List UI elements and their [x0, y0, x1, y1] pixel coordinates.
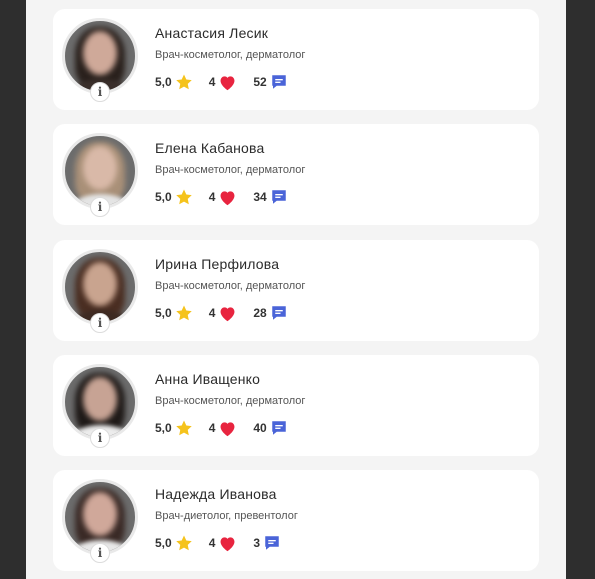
doctor-card[interactable]: i Анастасия Лесик Врач-косметолог, дерма… — [53, 9, 539, 110]
reviews-stat[interactable]: 28 — [253, 304, 287, 322]
avatar[interactable]: i — [62, 249, 138, 333]
heart-icon — [220, 190, 235, 205]
likes-value: 4 — [208, 421, 216, 435]
doctor-stats: 5,0 4 3 — [155, 533, 297, 553]
star-icon — [175, 420, 192, 436]
avatar[interactable]: i — [62, 18, 138, 102]
doctor-stats: 5,0 4 34 — [155, 187, 304, 207]
doctor-name[interactable]: Елена Кабанова — [155, 140, 265, 156]
likes-value: 4 — [208, 536, 216, 550]
avatar[interactable]: i — [62, 364, 138, 448]
doctor-name[interactable]: Надежда Иванова — [155, 486, 277, 502]
likes-stat: 4 — [209, 535, 238, 552]
heart-icon — [220, 75, 235, 90]
likes-value: 4 — [208, 75, 216, 89]
reviews-stat[interactable]: 40 — [253, 419, 287, 437]
avatar[interactable]: i — [62, 479, 138, 563]
reviews-stat[interactable]: 3 — [253, 534, 281, 552]
comment-icon — [271, 306, 286, 320]
doctor-specialty: Врач-косметолог, дерматолог — [155, 280, 306, 292]
doctor-card[interactable]: i Ирина Перфилова Врач-косметолог, дерма… — [53, 240, 539, 341]
reviews-value: 3 — [253, 536, 261, 550]
likes-stat: 4 — [209, 74, 238, 91]
rating-value: 5,0 — [155, 75, 172, 89]
star-icon — [175, 305, 192, 321]
doctor-specialty: Врач-косметолог, дерматолог — [155, 395, 306, 407]
rating-stat: 5,0 — [155, 188, 193, 206]
doctor-name[interactable]: Анна Иващенко — [155, 371, 260, 387]
reviews-value: 52 — [253, 75, 267, 89]
reviews-value: 28 — [253, 306, 267, 320]
doctor-card[interactable]: i Надежда Иванова Врач-диетолог, превент… — [53, 470, 539, 571]
reviews-value: 40 — [253, 421, 267, 435]
rating-stat: 5,0 — [155, 419, 193, 437]
reviews-stat[interactable]: 34 — [253, 188, 287, 206]
doctor-stats: 5,0 4 40 — [155, 418, 304, 438]
comment-icon — [271, 421, 286, 435]
info-button[interactable]: i — [90, 82, 110, 102]
likes-value: 4 — [208, 306, 216, 320]
doctor-card[interactable]: i Елена Кабанова Врач-косметолог, дермат… — [53, 124, 539, 225]
comment-icon — [271, 75, 286, 89]
rating-value: 5,0 — [155, 421, 172, 435]
doctor-specialty: Врач-косметолог, дерматолог — [155, 164, 306, 176]
doctor-specialty: Врач-косметолог, дерматолог — [155, 49, 306, 61]
doctor-list: i Анастасия Лесик Врач-косметолог, дерма… — [26, 0, 566, 579]
rating-value: 5,0 — [155, 306, 172, 320]
likes-stat: 4 — [209, 305, 238, 322]
doctor-card[interactable]: i Анна Иващенко Врач-косметолог, дермато… — [53, 355, 539, 456]
doctor-stats: 5,0 4 52 — [155, 72, 304, 92]
doctor-name[interactable]: Ирина Перфилова — [155, 256, 279, 272]
star-icon — [175, 535, 192, 551]
doctor-name[interactable]: Анастасия Лесик — [155, 25, 268, 41]
comment-icon — [265, 536, 279, 550]
rating-value: 5,0 — [155, 190, 172, 204]
info-button[interactable]: i — [90, 313, 110, 333]
likes-stat: 4 — [209, 420, 238, 437]
likes-value: 4 — [208, 190, 216, 204]
likes-stat: 4 — [209, 189, 238, 206]
star-icon — [175, 74, 192, 90]
reviews-stat[interactable]: 52 — [253, 73, 287, 91]
rating-stat: 5,0 — [155, 534, 193, 552]
star-icon — [175, 189, 192, 205]
heart-icon — [220, 536, 235, 551]
info-button[interactable]: i — [90, 197, 110, 217]
avatar[interactable]: i — [62, 133, 138, 217]
heart-icon — [220, 306, 235, 321]
heart-icon — [220, 421, 235, 436]
rating-value: 5,0 — [155, 536, 172, 550]
comment-icon — [271, 190, 286, 204]
doctor-stats: 5,0 4 28 — [155, 303, 304, 323]
info-button[interactable]: i — [90, 543, 110, 563]
rating-stat: 5,0 — [155, 73, 193, 91]
info-button[interactable]: i — [90, 428, 110, 448]
rating-stat: 5,0 — [155, 304, 193, 322]
doctor-specialty: Врач-диетолог, превентолог — [155, 510, 298, 522]
reviews-value: 34 — [253, 190, 267, 204]
